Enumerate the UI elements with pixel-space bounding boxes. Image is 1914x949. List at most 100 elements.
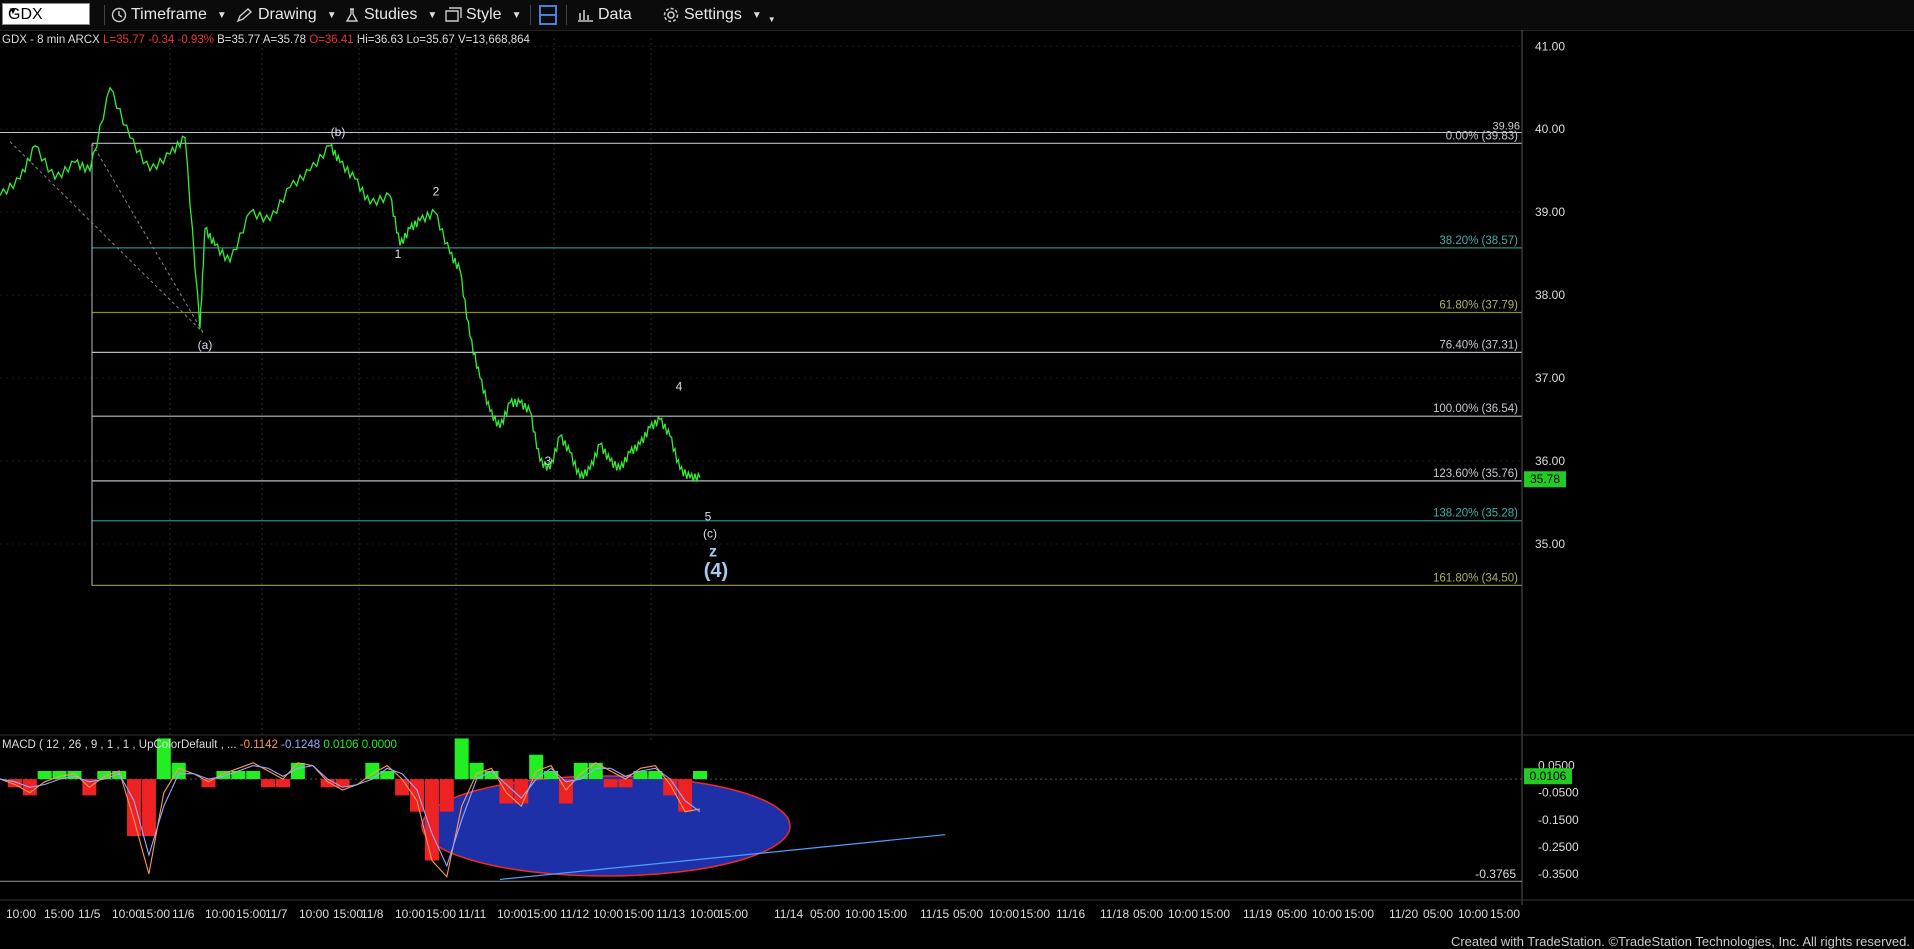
time-tick-label: 11/20 — [1389, 907, 1418, 921]
toolbar-divider — [566, 5, 567, 25]
price-tick-label: 35.00 — [1535, 537, 1565, 551]
symbol-input[interactable]: GDX ▼ — [2, 3, 90, 25]
wave-label: 3 — [545, 454, 552, 468]
time-tick-label: 11/7 — [265, 907, 288, 921]
layout-button[interactable] — [538, 0, 562, 30]
time-tick-label: 10:00 — [497, 907, 527, 921]
wave-label: 2 — [433, 185, 440, 199]
time-tick-label: 11/12 — [560, 907, 589, 921]
data-button[interactable]: Data — [576, 0, 632, 30]
macd-histogram-bar — [618, 779, 633, 788]
fib-level-label: 138.20% (35.28) — [1433, 508, 1518, 520]
price-tick-label: 36.00 — [1535, 454, 1565, 468]
macd-tick-label: -0.1500 — [1538, 813, 1579, 827]
bar-chart-icon — [578, 10, 593, 22]
time-tick-label: 11/11 — [458, 907, 487, 921]
price-tick-label: 39.00 — [1535, 205, 1565, 219]
time-tick-label: 10:00 — [6, 907, 36, 921]
wave-label: 1 — [395, 247, 402, 261]
macd-histogram-bar — [678, 779, 693, 812]
macd-histogram-bar — [246, 770, 261, 780]
macd-histogram-bar — [37, 770, 52, 780]
time-tick-label: 15:00 — [44, 907, 74, 921]
time-tick-label: 15:00 — [1200, 907, 1230, 921]
fib-level-label: 76.40% (37.31) — [1439, 339, 1518, 351]
drawing-label: Drawing — [258, 6, 317, 23]
macd-hist-value: 0.0106 — [323, 739, 359, 751]
macd-info: MACD ( 12 , 26 , 9 , 1 , 1 , UpColorDefa… — [2, 739, 397, 751]
time-tick-label: 05:00 — [1277, 907, 1307, 921]
macd-histogram-bar — [201, 779, 216, 788]
time-tick-label: 15:00 — [624, 907, 654, 921]
time-tick-label: 11/19 — [1243, 907, 1272, 921]
time-tick-label: 10:00 — [845, 907, 875, 921]
chevron-down-icon: ▼ — [216, 9, 227, 21]
time-tick-label: 10:00 — [593, 907, 623, 921]
toolbar: GDX ▼ Timeframe ▼ Drawing ▼ Studies ▼ Style… — [0, 0, 1914, 31]
macd-value: -0.1142 — [239, 739, 278, 751]
macd-histogram-bar — [261, 779, 276, 788]
time-tick-label: 15:00 — [140, 907, 170, 921]
wave-label: (4) — [704, 560, 728, 582]
time-tick-label: 11/14 — [774, 907, 803, 921]
macd-value-label: 0.0106 — [1530, 769, 1567, 783]
time-tick-label: 11/18 — [1100, 907, 1129, 921]
drawing-button[interactable]: Drawing ▼ — [236, 0, 337, 30]
fib-level-label: 61.80% (37.79) — [1439, 300, 1518, 312]
price-tick-label: 38.00 — [1535, 288, 1565, 302]
settings-button[interactable]: Settings ▼ ▼ — [662, 0, 776, 30]
time-tick-label: 11/6 — [172, 907, 195, 921]
macd-histogram-bar — [603, 779, 618, 788]
time-tick-label: 11/5 — [78, 907, 101, 921]
time-tick-label: 15:00 — [426, 907, 456, 921]
macd-tick-label: -0.3500 — [1538, 867, 1579, 881]
time-tick-label: 10:00 — [1168, 907, 1198, 921]
macd-histogram-bar — [395, 779, 410, 796]
style-icon — [445, 7, 462, 22]
macd-histogram-bar — [275, 779, 290, 788]
fib-level-label: 161.80% (34.50) — [1433, 572, 1518, 584]
settings-label: Settings — [684, 6, 742, 23]
time-tick-label: 10:00 — [299, 907, 329, 921]
price-chart[interactable]: 39.960.00% (39.83)38.20% (38.57)61.80% (… — [0, 30, 1914, 937]
style-button[interactable]: Style ▼ — [444, 0, 521, 30]
time-tick-label: 10:00 — [205, 907, 235, 921]
macd-tick-label: -0.0500 — [1538, 786, 1579, 800]
time-tick-label: 15:00 — [1020, 907, 1050, 921]
time-tick-label: 05:00 — [1423, 907, 1453, 921]
fib-trend-line — [9, 141, 204, 333]
time-tick-label: 15:00 — [333, 907, 363, 921]
time-tick-label: 10:00 — [112, 907, 142, 921]
wave-label: z — [709, 543, 717, 560]
fib-level-label: 0.00% (39.83) — [1446, 130, 1518, 142]
time-tick-label: 15:00 — [1490, 907, 1520, 921]
footer-credit: Created with TradeStation. ©TradeStation… — [1450, 934, 1910, 949]
time-tick-label: 10:00 — [395, 907, 425, 921]
fib-trend-line — [91, 143, 204, 333]
pencil-icon — [236, 8, 253, 23]
macd-histogram-bar — [141, 779, 156, 837]
chevron-down-icon: ▼ — [751, 9, 762, 21]
clock-icon — [111, 7, 127, 23]
time-tick-label: 10:00 — [1312, 907, 1342, 921]
macd-tick-label: -0.2500 — [1538, 840, 1579, 854]
fib-level-label: 123.60% (35.76) — [1433, 468, 1518, 480]
last-price-label: 35.78 — [1530, 472, 1560, 486]
studies-button[interactable]: Studies ▼ — [344, 0, 437, 30]
price-line — [0, 86, 701, 482]
data-label: Data — [598, 6, 632, 23]
price-tick-label: 37.00 — [1535, 371, 1565, 385]
timeframe-button[interactable]: Timeframe ▼ — [111, 0, 227, 30]
macd-level-label: -0.3765 — [1475, 867, 1516, 881]
toolbar-divider — [104, 5, 105, 25]
time-tick-label: 10:00 — [989, 907, 1019, 921]
wave-annotations: (a) (b) 1 2 3 4 5 (c) z(4) — [198, 125, 729, 582]
time-tick-label: 11/8 — [361, 907, 384, 921]
time-tick-label: 15:00 — [718, 907, 748, 921]
macd-histogram-bar — [127, 779, 142, 837]
macd-label: MACD ( 12 , 26 , 9 , 1 , 1 , UpColorDefa… — [2, 739, 237, 751]
chevron-down-icon: ▼ — [8, 6, 18, 17]
wave-label: 5 — [705, 510, 712, 524]
time-tick-label: 15:00 — [527, 907, 557, 921]
price-tick-label: 41.00 — [1535, 39, 1565, 53]
